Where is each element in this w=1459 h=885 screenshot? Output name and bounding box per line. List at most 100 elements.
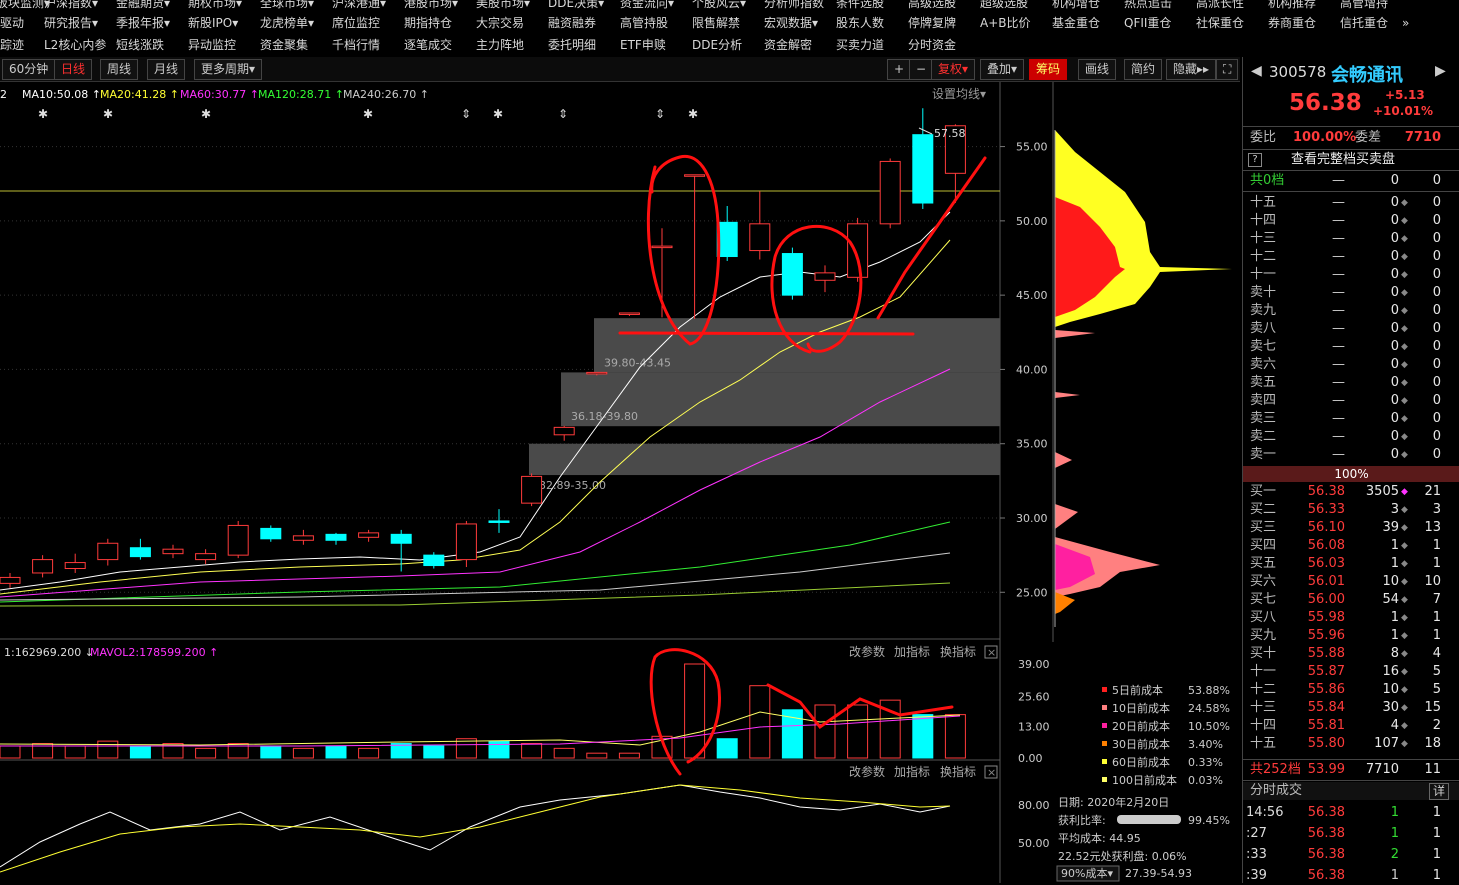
next-stock-icon[interactable]: ▶: [1435, 63, 1446, 79]
menu-item[interactable]: 高管增持: [1340, 0, 1388, 12]
menu-item[interactable]: 异动监控: [188, 36, 236, 54]
menu-item[interactable]: 板块监测▾: [0, 0, 50, 12]
menu-item[interactable]: 港股市场▾: [404, 0, 458, 12]
volume-bar[interactable]: [292, 747, 314, 759]
volume-bar[interactable]: [521, 743, 543, 759]
volume-bar[interactable]: [553, 747, 575, 759]
event-marker-star[interactable]: ✱: [38, 107, 48, 121]
menu-item[interactable]: »: [1402, 14, 1409, 32]
menu-item[interactable]: 高派长性: [1196, 0, 1244, 12]
full-depth-row[interactable]: ? 查看完整档买卖盘: [1243, 151, 1459, 169]
candle-body[interactable]: [97, 542, 119, 561]
volume-bar[interactable]: [749, 685, 771, 759]
depth-row[interactable]: 卖六 —0 ◆ 0: [1243, 356, 1459, 374]
depth-row[interactable]: 卖七 —0 ◆ 0: [1243, 338, 1459, 356]
depth-row[interactable]: 买七 56.00 54 ◆ 7: [1243, 591, 1459, 609]
menu-item[interactable]: 信托重仓: [1340, 14, 1388, 32]
menu-item[interactable]: 分析师指数: [764, 0, 824, 12]
menu-item[interactable]: 宏观数据▾: [764, 14, 818, 32]
depth-row[interactable]: 买四 56.08 1 ◆ 1: [1243, 537, 1459, 555]
candle-body[interactable]: [32, 559, 54, 574]
depth-row[interactable]: 十三 55.84 30 ◆ 15: [1243, 699, 1459, 717]
depth-row[interactable]: 十一 55.87 16 ◆ 5: [1243, 663, 1459, 681]
volume-bar[interactable]: [488, 740, 510, 759]
menu-item[interactable]: 研究报告▾: [44, 14, 98, 32]
menu-item[interactable]: 热点追击: [1124, 0, 1172, 12]
menu-item[interactable]: 全球市场▾: [260, 0, 314, 12]
menu-item[interactable]: 踪迹: [0, 36, 24, 54]
volume-bar[interactable]: [358, 747, 380, 759]
depth-row[interactable]: 十五 55.80 107 ◆ 18: [1243, 735, 1459, 753]
event-marker-updown[interactable]: ⇕: [558, 107, 568, 121]
volume-bar[interactable]: [0, 745, 21, 759]
menu-item[interactable]: 主力阵地: [476, 36, 524, 54]
menu-item[interactable]: 高级选股: [908, 0, 956, 12]
fullscreen-icon[interactable]: ⛶: [1216, 59, 1239, 80]
candle-body[interactable]: [423, 554, 445, 567]
overlay-dropdown[interactable]: 叠加▾: [980, 59, 1025, 80]
depth-row[interactable]: 卖三 —0 ◆ 0: [1243, 410, 1459, 428]
volume-bar[interactable]: [847, 704, 869, 759]
menu-item[interactable]: 新股IPO▾: [188, 14, 238, 32]
volume-bar[interactable]: [944, 714, 966, 759]
full-depth-link[interactable]: 查看完整档买卖盘: [1291, 151, 1395, 169]
event-marker-star[interactable]: ✱: [363, 107, 373, 121]
menu-item[interactable]: 沪深港通▾: [332, 0, 386, 12]
menu-item[interactable]: 机构推荐: [1268, 0, 1316, 12]
menu-item[interactable]: 金融期货▾: [116, 0, 170, 12]
depth-row[interactable]: 卖四 —0 ◆ 0: [1243, 392, 1459, 410]
menu-item[interactable]: 美股市场▾: [476, 0, 530, 12]
candle-body[interactable]: [781, 253, 803, 296]
menu-item[interactable]: 券商重仓: [1268, 14, 1316, 32]
depth-row[interactable]: 十四 55.81 4 ◆ 2: [1243, 717, 1459, 735]
menu-item[interactable]: 个股风云▾: [692, 0, 746, 12]
event-marker-updown[interactable]: ⇕: [461, 107, 471, 121]
depth-row[interactable]: 买三 56.10 39 ◆ 13: [1243, 519, 1459, 537]
candle-body[interactable]: [260, 527, 282, 540]
volume-bar[interactable]: [586, 752, 608, 759]
menu-item[interactable]: 限售解禁: [692, 14, 740, 32]
volume-bar[interactable]: [195, 747, 217, 759]
depth-row[interactable]: 买八 55.98 1 ◆ 1: [1243, 609, 1459, 627]
menu-item[interactable]: 资金解密: [764, 36, 812, 54]
menu-item[interactable]: 高管持股: [620, 14, 668, 32]
menu-item[interactable]: 融资融券: [548, 14, 596, 32]
menu-item[interactable]: 股东人数: [836, 14, 884, 32]
depth-row[interactable]: 十一 —0 ◆ 0: [1243, 266, 1459, 284]
menu-item[interactable]: 机构增仓: [1052, 0, 1100, 12]
menu-item[interactable]: 委托明细: [548, 36, 596, 54]
menu-item[interactable]: 条件选股: [836, 0, 884, 12]
depth-row[interactable]: 十二 —0 ◆ 0: [1243, 248, 1459, 266]
candle-body[interactable]: [749, 223, 771, 252]
candle-body[interactable]: [390, 533, 412, 544]
event-marker-star[interactable]: ✱: [493, 107, 503, 121]
event-marker-star[interactable]: ✱: [688, 107, 698, 121]
menu-item[interactable]: 千档行情: [332, 36, 380, 54]
candle-body[interactable]: [455, 523, 477, 561]
menu-item[interactable]: 季报年报▾: [116, 14, 170, 32]
volume-bar[interactable]: [423, 745, 445, 759]
candle-body[interactable]: [618, 312, 640, 315]
depth-row[interactable]: 卖八 —0 ◆ 0: [1243, 320, 1459, 338]
menu-item[interactable]: ETF申赎: [620, 36, 666, 54]
volume-bar[interactable]: [129, 745, 151, 759]
ind-add-indicator-button[interactable]: 加指标: [894, 764, 930, 779]
menu-item[interactable]: 期指持仓: [404, 14, 452, 32]
depth-row[interactable]: 卖十 —0 ◆ 0: [1243, 284, 1459, 302]
volume-bar[interactable]: [912, 714, 934, 759]
period-monthly-tab[interactable]: 月线: [147, 59, 186, 80]
menu-item[interactable]: 席位监控: [332, 14, 380, 32]
depth-row[interactable]: 十四 —0 ◆ 0: [1243, 212, 1459, 230]
more-periods-dropdown[interactable]: 更多周期▾: [194, 59, 263, 80]
candle-body[interactable]: [227, 524, 249, 556]
depth-row[interactable]: 十二 55.86 10 ◆ 5: [1243, 681, 1459, 699]
vol-change-indicator-button[interactable]: 换指标: [940, 644, 976, 659]
event-marker-star[interactable]: ✱: [201, 107, 211, 121]
candle-body[interactable]: [912, 134, 934, 204]
volume-bar[interactable]: [64, 745, 86, 759]
vol-add-indicator-button[interactable]: 加指标: [894, 644, 930, 659]
menu-item[interactable]: DDE分析: [692, 36, 742, 54]
adjust-rights-dropdown[interactable]: 复权▾: [931, 59, 976, 80]
depth-row[interactable]: 买九 55.96 1 ◆ 1: [1243, 627, 1459, 645]
depth-row[interactable]: 买一 56.38 3505 ◆ 21: [1243, 483, 1459, 501]
